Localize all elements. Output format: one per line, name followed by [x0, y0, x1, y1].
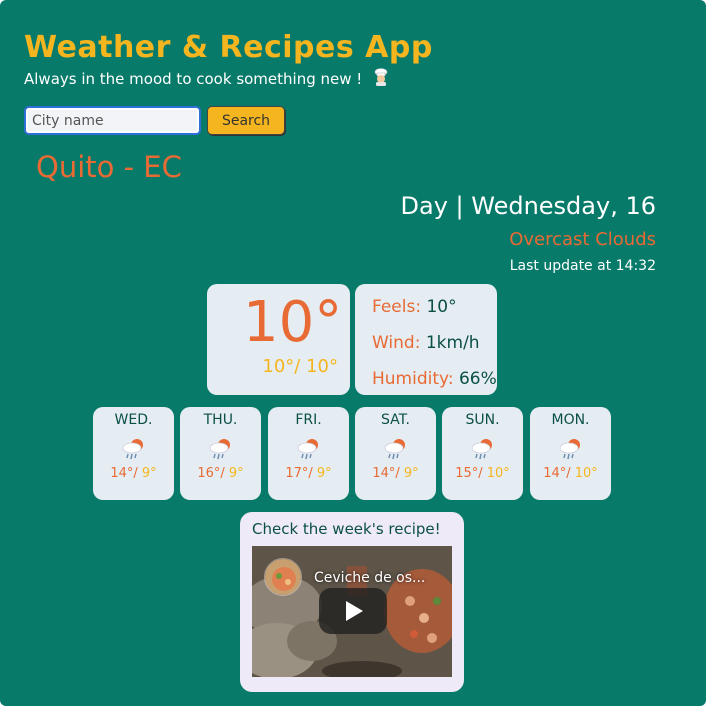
forecast-min: 9° [137, 466, 157, 481]
chef-icon [373, 68, 389, 86]
forecast-max: 17°/ [285, 466, 313, 481]
forecast-temps: 15°/ 10° [442, 466, 523, 481]
forecast-max: 14°/ [372, 466, 400, 481]
temperature-range: 10°/ 10° [262, 356, 338, 377]
humidity-label: Humidity: [372, 369, 454, 389]
feels-like-row: Feels: 10° [372, 296, 497, 332]
last-update: Last update at 14:32 [509, 258, 656, 274]
forecast-min: 9° [399, 466, 419, 481]
search-button[interactable]: Search [207, 106, 285, 135]
rain-cloud-icon [295, 436, 323, 462]
forecast-day-name: SAT. [381, 412, 410, 428]
current-temperature-card: 10° 10°/ 10° [207, 284, 350, 395]
city-name: Quito - EC [36, 150, 182, 184]
subtitle-text: Always in the mood to cook something new… [24, 70, 363, 88]
feels-value: 10° [426, 297, 457, 317]
forecast-temps: 14°/ 9° [355, 466, 436, 481]
weather-details-card: Feels: 10° Wind: 1km/h Humidity: 66% [355, 284, 497, 395]
rain-cloud-icon [207, 436, 235, 462]
forecast-temps: 14°/ 9° [93, 466, 174, 481]
wind-value: 1km/h [425, 333, 480, 353]
humidity-row: Humidity: 66% [372, 368, 497, 404]
rain-cloud-icon [120, 436, 148, 462]
rain-cloud-icon [382, 436, 410, 462]
forecast-min: 10° [482, 466, 510, 481]
forecast-min: 9° [224, 466, 244, 481]
humidity-value: 66% [458, 369, 497, 389]
forecast-day-card: MON. 14°/ 10° [530, 407, 611, 500]
forecast-max: 14°/ [110, 466, 138, 481]
forecast-day-card: WED. 14°/ 9° [93, 407, 174, 500]
recipe-heading: Check the week's recipe! [252, 520, 441, 538]
forecast-max: 15°/ [455, 466, 483, 481]
forecast-day-name: FRI. [295, 412, 322, 428]
channel-avatar[interactable] [264, 558, 302, 596]
video-title[interactable]: Ceviche de os... [314, 570, 425, 586]
wind-row: Wind: 1km/h [372, 332, 497, 368]
app-title: Weather & Recipes App [24, 30, 433, 65]
forecast-max: 14°/ [543, 466, 571, 481]
forecast-day-name: SUN. [465, 412, 500, 428]
forecast-min: 9° [312, 466, 332, 481]
app-container: Weather & Recipes App Always in the mood… [0, 0, 706, 706]
forecast-temps: 17°/ 9° [268, 466, 349, 481]
forecast-day-card: SUN. 15°/ 10° [442, 407, 523, 500]
recipe-card: Check the week's recipe! Ceviche de os..… [240, 512, 464, 692]
wind-label: Wind: [372, 333, 421, 353]
forecast-day-card: THU. 16°/ 9° [180, 407, 261, 500]
app-subtitle: Always in the mood to cook something new… [24, 68, 389, 88]
forecast-min: 10° [570, 466, 598, 481]
forecast-day-name: THU. [203, 412, 238, 428]
recipe-video[interactable]: Ceviche de os... [252, 546, 452, 677]
forecast-max: 16°/ [197, 466, 225, 481]
city-search-input[interactable] [24, 106, 201, 135]
forecast-day-card: FRI. 17°/ 9° [268, 407, 349, 500]
current-date: Day | Wednesday, 16 [400, 192, 656, 220]
forecast-day-card: SAT. 14°/ 9° [355, 407, 436, 500]
rain-cloud-icon [469, 436, 497, 462]
forecast-day-name: WED. [114, 412, 153, 428]
current-temperature: 10° [243, 290, 343, 355]
weather-description: Overcast Clouds [509, 229, 656, 250]
play-icon[interactable] [319, 588, 387, 634]
forecast-temps: 14°/ 10° [530, 466, 611, 481]
rain-cloud-icon [557, 436, 585, 462]
forecast-temps: 16°/ 9° [180, 466, 261, 481]
feels-label: Feels: [372, 297, 422, 317]
forecast-day-name: MON. [551, 412, 590, 428]
